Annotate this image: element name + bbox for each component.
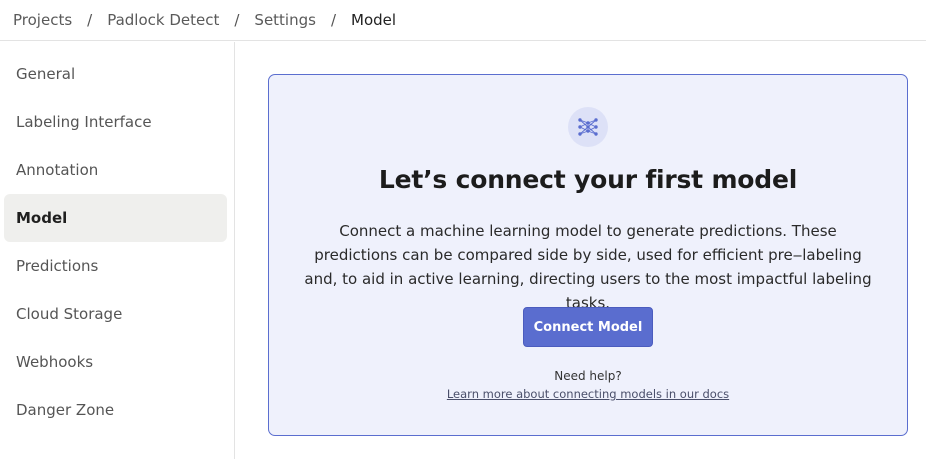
sidebar-item-webhooks[interactable]: Webhooks — [4, 338, 227, 386]
settings-sidebar: General Labeling Interface Annotation Mo… — [0, 42, 235, 459]
breadcrumb-project[interactable]: Padlock Detect — [107, 11, 219, 29]
docs-link[interactable]: Learn more about connecting models in ou… — [269, 387, 907, 401]
sidebar-item-predictions[interactable]: Predictions — [4, 242, 227, 290]
breadcrumb-separator: / — [330, 11, 337, 29]
connect-model-button[interactable]: Connect Model — [523, 307, 653, 347]
sidebar-item-danger-zone[interactable]: Danger Zone — [4, 386, 227, 434]
breadcrumb-separator: / — [234, 11, 240, 29]
neural-network-icon — [568, 107, 608, 147]
breadcrumb-current-page: Model — [351, 11, 397, 29]
model-empty-state-card: Let’s connect your first model Connect a… — [268, 74, 908, 436]
sidebar-item-general[interactable]: General — [4, 50, 227, 98]
empty-state-description: Connect a machine learning model to gene… — [304, 222, 872, 312]
sidebar-item-labeling-interface[interactable]: Labeling Interface — [4, 98, 227, 146]
sidebar-item-model[interactable]: Model — [4, 194, 227, 242]
breadcrumb: Projects / Padlock Detect / Settings / M… — [0, 0, 926, 41]
breadcrumb-separator: / — [87, 11, 93, 29]
sidebar-item-annotation[interactable]: Annotation — [4, 146, 227, 194]
breadcrumb-projects[interactable]: Projects — [13, 11, 72, 29]
settings-page: Projects / Padlock Detect / Settings / M… — [0, 0, 926, 459]
empty-state-title: Let’s connect your first model — [378, 165, 798, 194]
sidebar-item-cloud-storage[interactable]: Cloud Storage — [4, 290, 227, 338]
need-help-text: Need help? — [554, 369, 622, 383]
breadcrumb-settings[interactable]: Settings — [254, 11, 316, 29]
